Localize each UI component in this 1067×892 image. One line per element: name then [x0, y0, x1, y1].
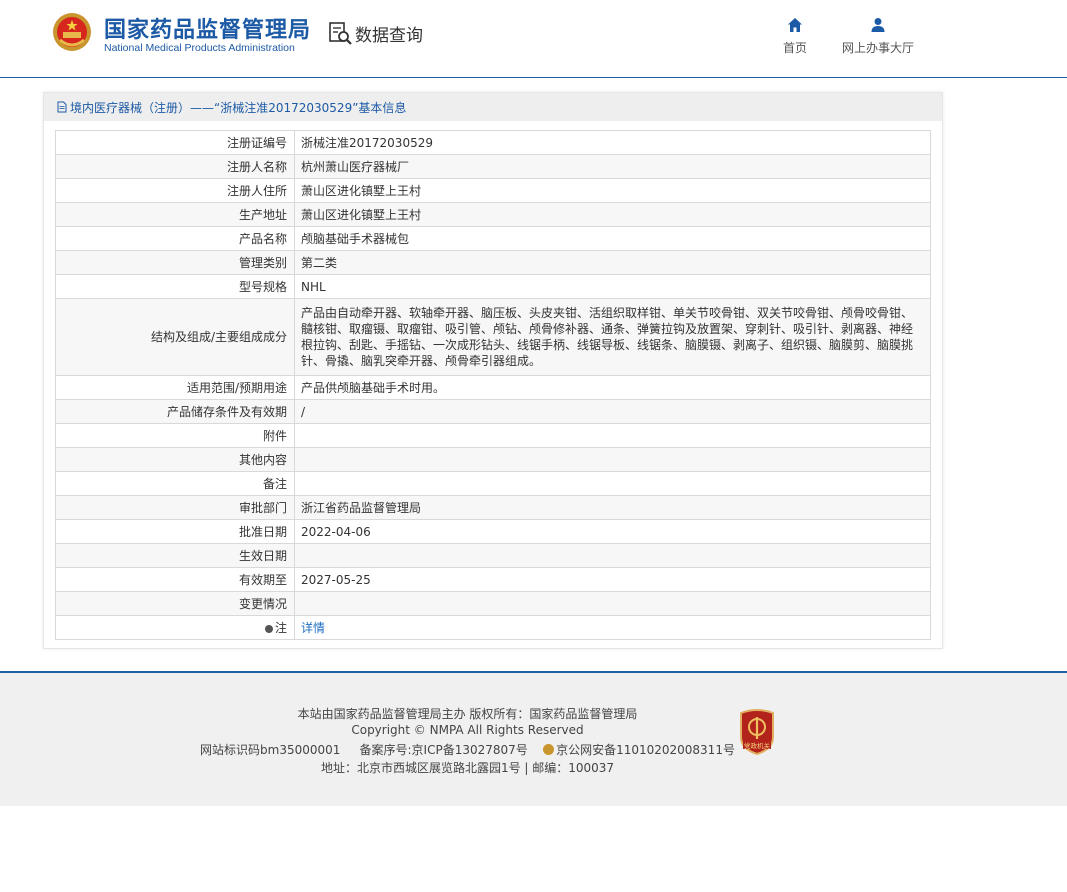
user-icon — [871, 18, 885, 32]
footer-police-link[interactable]: 京公网安备11010202008311号 — [556, 743, 735, 757]
field-label: 型号规格 — [55, 274, 295, 299]
table-row: 适用范围/预期用途 产品供颅脑基础手术时用。 — [55, 375, 931, 400]
details-link[interactable]: 详情 — [301, 621, 325, 635]
device-info-table: 注册证编号 浙械注准20172030529 注册人名称 杭州萧山医疗器械厂 注册人住… — [55, 130, 931, 640]
note-value-cell: 详情 — [294, 615, 931, 640]
composition-line: 髓核钳、取瘤镊、取瘤钳、吸引管、颅钻、颅骨修补器、通条、弹簧拉钩及放置架、穿刺针… — [301, 322, 914, 336]
table-row: 结构及组成/主要组成成分 产品由自动牵开器、软轴牵开器、脑压板、头皮夹钳、活组织… — [55, 298, 931, 376]
site-title-en: National Medical Products Administration — [104, 42, 295, 54]
government-agency-badge-icon[interactable]: 党政机关 — [737, 709, 777, 755]
site-header: 国家药品监督管理局 National Medical Products Admi… — [0, 0, 1067, 78]
site-footer: 本站由国家药品监督管理局主办 版权所有：国家药品监督管理局 Copyright … — [0, 671, 1067, 806]
field-label: 附件 — [55, 423, 295, 448]
footer-registrations: 网站标识码bm35000001 备案序号:京ICP备13027807号 京公网安… — [0, 741, 1001, 758]
field-value: 萧山区进化镇墅上王村 — [294, 202, 931, 227]
nav-home[interactable]: 首页 — [775, 17, 815, 56]
field-value — [294, 471, 931, 496]
footer-copyright: Copyright © NMPA All Rights Reserved — [351, 723, 584, 737]
device-info-panel: 境内医疗器械（注册）——“浙械注准20172030529”基本信息 注册证编号浙… — [43, 92, 943, 649]
table-row: 批准日期 2022-04-06 — [55, 519, 931, 544]
field-label: 审批部门 — [55, 495, 295, 520]
table-row: 注册证编号 浙械注准20172030529 — [55, 130, 931, 155]
field-value — [294, 447, 931, 472]
field-label: 变更情况 — [55, 591, 295, 616]
field-value: / — [294, 399, 931, 424]
footer-icp-link[interactable]: 备案序号:京ICP备13027807号 — [360, 743, 528, 757]
field-value — [294, 543, 931, 568]
field-label: 备注 — [55, 471, 295, 496]
note-dot-icon — [264, 624, 273, 633]
nav-hall-label: 网上办事大厅 — [841, 41, 914, 55]
panel-title: 境内医疗器械（注册）——“浙械注准20172030529”基本信息 — [70, 100, 407, 115]
table-row: 备注 — [55, 471, 931, 496]
field-label: 适用范围/预期用途 — [55, 375, 295, 400]
data-query-link[interactable]: 数据查询 — [327, 20, 423, 46]
table-row: 有效期至 2027-05-25 — [55, 567, 931, 592]
home-icon — [788, 18, 802, 32]
table-row: 型号规格 NHL — [55, 274, 931, 299]
badge-label: 党政机关 — [744, 741, 771, 750]
footer-address: 地址：北京市西城区展览路北露园1号 | 邮编：100037 — [320, 761, 615, 775]
footer-sponsor: 本站由国家药品监督管理局主办 版权所有：国家药品监督管理局 — [297, 707, 638, 721]
field-label: 注册证编号 — [55, 130, 295, 155]
composition-line: 针、骨撬、脑乳突牵开器、颅骨牵引器组成。 — [301, 354, 542, 368]
table-row: 产品名称 颅脑基础手术器械包 — [55, 226, 931, 251]
field-value: 2027-05-25 — [294, 567, 931, 592]
note-label: 注 — [274, 621, 287, 635]
field-value-composition: 产品由自动牵开器、软轴牵开器、脑压板、头皮夹钳、活组织取样钳、单关节咬骨钳、双关… — [294, 298, 931, 376]
field-value: 颅脑基础手术器械包 — [294, 226, 931, 251]
field-label: 产品名称 — [55, 226, 295, 251]
field-label: 其他内容 — [55, 447, 295, 472]
table-row: 变更情况 — [55, 591, 931, 616]
field-value — [294, 423, 931, 448]
table-row: 附件 — [55, 423, 931, 448]
field-value: 产品供颅脑基础手术时用。 — [294, 375, 931, 400]
field-label: 生效日期 — [55, 543, 295, 568]
data-search-icon — [329, 22, 352, 45]
table-row: 产品储存条件及有效期 / — [55, 399, 931, 424]
field-value: NHL — [294, 274, 931, 299]
national-emblem-logo[interactable] — [52, 12, 92, 52]
table-row: 管理类别 第二类 — [55, 250, 931, 275]
field-label: 生产地址 — [55, 202, 295, 227]
composition-line: 根拉钩、刮匙、手摇钻、一次成形钻头、线锯手柄、线锯导板、线锯条、脑膜镊、剥离子、… — [301, 338, 914, 352]
field-value: 第二类 — [294, 250, 931, 275]
field-value — [294, 591, 931, 616]
nav-online-service-hall[interactable]: 网上办事大厅 — [838, 17, 918, 56]
field-value: 萧山区进化镇墅上王村 — [294, 178, 931, 203]
panel-header: 境内医疗器械（注册）——“浙械注准20172030529”基本信息 — [44, 93, 942, 121]
note-label-cell: 注 — [55, 615, 295, 640]
document-icon — [57, 101, 67, 113]
field-value: 浙江省药品监督管理局 — [294, 495, 931, 520]
field-label: 有效期至 — [55, 567, 295, 592]
field-label: 注册人住所 — [55, 178, 295, 203]
table-row: 注册人名称 杭州萧山医疗器械厂 — [55, 154, 931, 179]
table-row: 注册人住所 萧山区进化镇墅上王村 — [55, 178, 931, 203]
field-label: 产品储存条件及有效期 — [55, 399, 295, 424]
table-row: 生产地址 萧山区进化镇墅上王村 — [55, 202, 931, 227]
field-label: 注册人名称 — [55, 154, 295, 179]
field-value: 浙械注准20172030529 — [294, 130, 931, 155]
site-title-cn: 国家药品监督管理局 — [104, 18, 312, 43]
table-row: 审批部门 浙江省药品监督管理局 — [55, 495, 931, 520]
table-row-note: 注 详情 — [55, 615, 931, 640]
composition-line: 产品由自动牵开器、软轴牵开器、脑压板、头皮夹钳、活组织取样钳、单关节咬骨钳、双关… — [301, 306, 914, 320]
field-label: 结构及组成/主要组成成分 — [55, 298, 295, 376]
field-label: 管理类别 — [55, 250, 295, 275]
field-value: 杭州萧山医疗器械厂 — [294, 154, 931, 179]
field-value: 2022-04-06 — [294, 519, 931, 544]
field-label: 批准日期 — [55, 519, 295, 544]
footer-site-id: 网站标识码bm35000001 — [200, 743, 341, 757]
police-badge-icon — [543, 744, 555, 755]
data-query-label: 数据查询 — [355, 25, 423, 46]
nav-home-label: 首页 — [782, 41, 807, 55]
table-row: 其他内容 — [55, 447, 931, 472]
table-row: 生效日期 — [55, 543, 931, 568]
